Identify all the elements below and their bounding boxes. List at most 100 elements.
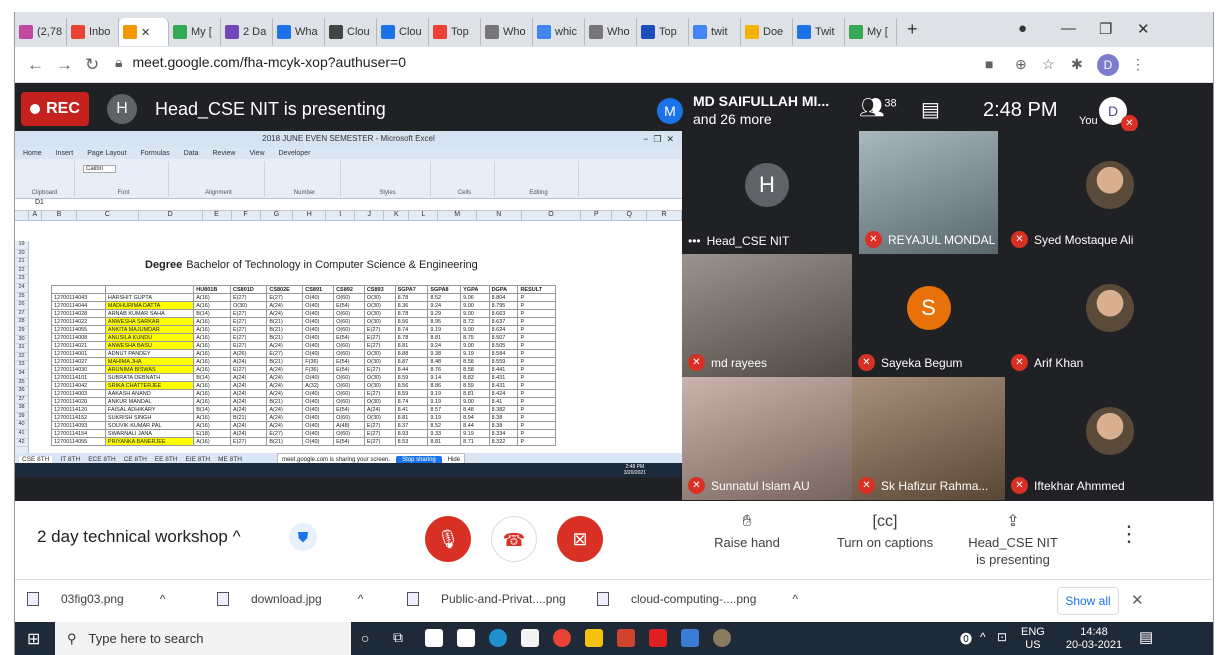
file-explorer-icon[interactable] xyxy=(585,629,603,647)
table-cell[interactable]: O(30) xyxy=(363,301,396,310)
table-cell[interactable]: A(26) xyxy=(229,349,268,358)
table-cell[interactable]: 8.795 xyxy=(488,301,519,310)
table-cell[interactable]: A(24) xyxy=(363,405,396,414)
table-cell[interactable]: 12700114152 xyxy=(51,413,106,422)
table-cell[interactable]: B(21) xyxy=(266,333,304,342)
dropbox-icon[interactable] xyxy=(457,629,475,647)
table-cell[interactable]: 9.33 xyxy=(427,429,462,438)
table-cell[interactable]: B(21) xyxy=(266,437,304,446)
table-cell[interactable]: 9.06 xyxy=(460,293,490,302)
table-cell[interactable]: E(54) xyxy=(333,333,365,342)
table-cell[interactable]: E(27) xyxy=(363,341,396,350)
table-cell[interactable]: A(16) xyxy=(193,357,231,366)
table-cell[interactable]: ANKITA MAJUMDAR xyxy=(104,325,195,334)
row-number[interactable]: 28 xyxy=(15,318,28,327)
sheet-tab[interactable]: CSE 8TH xyxy=(19,455,53,463)
bookmark-star-icon[interactable]: ☆ xyxy=(1042,56,1055,73)
table-cell[interactable]: P xyxy=(517,309,556,318)
table-cell[interactable]: 8.334 xyxy=(488,429,519,438)
table-cell[interactable]: 8.637 xyxy=(488,317,519,326)
table-cell[interactable]: E(27) xyxy=(229,293,268,302)
table-cell[interactable]: ANUSILA KUNDU xyxy=(104,333,195,342)
ribbon-tab[interactable]: Home xyxy=(23,150,42,157)
table-cell[interactable]: 8.81 xyxy=(427,437,462,446)
table-cell[interactable]: O(30) xyxy=(363,317,396,326)
paint-icon[interactable] xyxy=(713,629,731,647)
table-cell[interactable]: 9.00 xyxy=(460,325,490,334)
captions-button[interactable]: [cc] Turn on captions xyxy=(825,513,945,551)
table-cell[interactable]: 9.00 xyxy=(460,397,490,406)
table-cell[interactable]: E(27) xyxy=(363,421,396,430)
table-cell[interactable]: 8.94 xyxy=(460,413,490,422)
table-cell[interactable]: E(18) xyxy=(193,429,231,438)
table-cell[interactable]: 8.76 xyxy=(427,365,462,374)
table-cell[interactable]: 8.81 xyxy=(394,341,429,350)
table-cell[interactable]: 8.424 xyxy=(488,389,519,398)
download-item[interactable]: download.jpg ^ xyxy=(217,592,363,606)
table-cell[interactable]: F(36) xyxy=(302,365,335,374)
table-cell[interactable]: 9.19 xyxy=(460,429,490,438)
table-cell[interactable]: O(30) xyxy=(363,381,396,390)
table-cell[interactable]: E(27) xyxy=(229,341,268,350)
table-cell[interactable]: B(21) xyxy=(229,413,268,422)
table-cell[interactable]: 9.00 xyxy=(460,341,490,350)
camera-icon[interactable]: ■ xyxy=(985,56,993,72)
table-cell[interactable]: E(27) xyxy=(363,389,396,398)
close-icon[interactable]: ✕ xyxy=(1137,20,1150,38)
table-cell[interactable]: A(24) xyxy=(266,421,304,430)
table-cell[interactable]: 9.24 xyxy=(427,341,462,350)
table-cell[interactable]: 8.322 xyxy=(488,437,519,446)
participant-tile[interactable]: ✕ REYAJUL MONDAL xyxy=(859,131,998,254)
table-cell[interactable]: 8.559 xyxy=(488,357,519,366)
table-cell[interactable]: A(24) xyxy=(266,341,304,350)
table-cell[interactable]: O(40) xyxy=(302,397,335,406)
table-cell[interactable]: A(24) xyxy=(266,413,304,422)
table-cell[interactable]: A(16) xyxy=(193,293,231,302)
table-cell[interactable]: B(14) xyxy=(193,309,231,318)
shield-icon[interactable]: ⛊ xyxy=(289,523,317,551)
table-cell[interactable]: 8.87 xyxy=(394,357,429,366)
table-cell[interactable]: O(60) xyxy=(333,325,365,334)
table-cell[interactable]: O(40) xyxy=(302,389,335,398)
table-cell[interactable]: 8.93 xyxy=(394,429,429,438)
table-cell[interactable]: ANWESHA BASU xyxy=(104,341,195,350)
chevron-up-icon[interactable]: ^ xyxy=(358,592,364,606)
table-cell[interactable]: P xyxy=(517,421,556,430)
table-cell[interactable]: P xyxy=(517,301,556,310)
table-cell[interactable]: 9.24 xyxy=(427,301,462,310)
table-cell[interactable]: O(40) xyxy=(302,301,335,310)
table-cell[interactable]: P xyxy=(517,389,556,398)
table-cell[interactable]: A(32) xyxy=(302,381,335,390)
table-cell[interactable]: F(36) xyxy=(302,357,335,366)
table-cell[interactable]: AAKASH ANAND xyxy=(104,389,195,398)
font-name-field[interactable]: Calibri xyxy=(83,165,117,173)
row-number[interactable]: 29 xyxy=(15,327,28,336)
row-number[interactable]: 32 xyxy=(15,353,28,362)
column-header[interactable]: K xyxy=(384,211,410,220)
table-cell[interactable]: 12700114028 xyxy=(51,309,106,318)
table-cell[interactable]: B(14) xyxy=(193,373,231,382)
chevron-up-icon[interactable]: ^ xyxy=(792,592,798,606)
browser-tab[interactable]: Clou xyxy=(325,18,377,46)
table-cell[interactable]: 12700114030 xyxy=(51,365,106,374)
browser-tab[interactable]: Twit xyxy=(793,18,845,46)
table-cell[interactable]: A(24) xyxy=(229,381,268,390)
table-cell[interactable]: 8.53 xyxy=(394,437,429,446)
table-cell[interactable]: P xyxy=(517,365,556,374)
minimize-icon[interactable]: — xyxy=(1061,20,1076,37)
table-cell[interactable]: 8.41 xyxy=(394,405,429,414)
table-cell[interactable]: B(21) xyxy=(266,325,304,334)
table-cell[interactable]: E(27) xyxy=(266,349,304,358)
table-cell[interactable]: A(24) xyxy=(229,405,268,414)
more-options-icon[interactable]: ⋮ xyxy=(1118,521,1140,547)
show-all-button[interactable]: Show all xyxy=(1057,587,1119,615)
people-button[interactable]: 👥︎38 xyxy=(859,95,897,120)
edge-icon[interactable] xyxy=(489,629,507,647)
table-cell[interactable]: 8.59 xyxy=(394,389,429,398)
column-header[interactable]: A xyxy=(29,211,43,220)
table-cell[interactable]: E(27) xyxy=(229,333,268,342)
browser-tab[interactable]: Inbo xyxy=(67,18,119,46)
table-cell[interactable]: O(30) xyxy=(363,397,396,406)
table-cell[interactable]: 8.78 xyxy=(394,333,429,342)
table-cell[interactable]: 8.81 xyxy=(394,413,429,422)
